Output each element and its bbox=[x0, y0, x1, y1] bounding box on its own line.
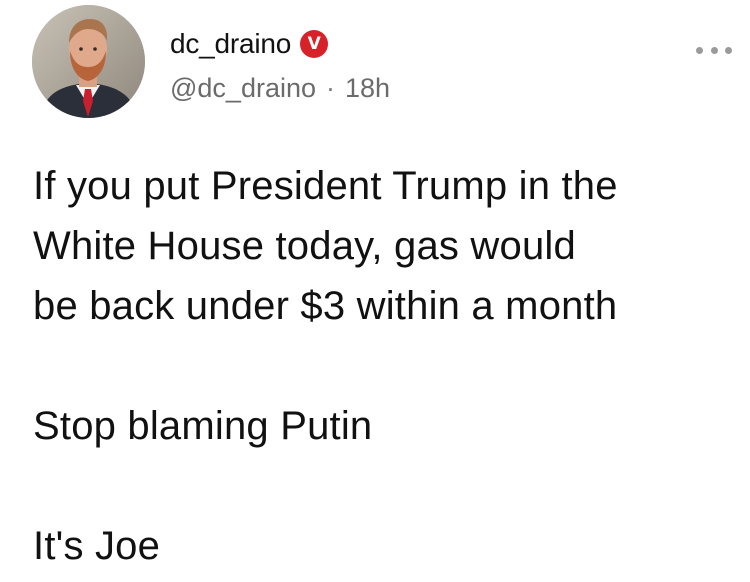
meta-separator: · bbox=[326, 72, 335, 103]
post-text-line: If you put President Trump in the bbox=[33, 164, 618, 208]
post-card: dc_draino V @dc_draino · 18h If you put … bbox=[0, 0, 750, 582]
more-dot bbox=[710, 46, 718, 54]
post-text-line: Stop blaming Putin bbox=[33, 404, 373, 448]
avatar-image bbox=[32, 5, 145, 118]
post-text: If you put President Trump in the White … bbox=[33, 156, 748, 576]
post-text-line: White House today, gas would bbox=[33, 224, 576, 268]
verified-badge-icon: V bbox=[300, 30, 329, 58]
post-text-blank-line bbox=[33, 336, 748, 396]
avatar[interactable] bbox=[32, 5, 145, 118]
more-dot bbox=[725, 46, 732, 54]
author-handle[interactable]: @dc_draino bbox=[170, 73, 316, 104]
more-options-icon[interactable] bbox=[696, 42, 732, 58]
more-dot bbox=[696, 46, 703, 54]
author-meta-row: @dc_draino · 18h bbox=[170, 68, 390, 108]
author-name-row: dc_draino V bbox=[170, 24, 329, 64]
post-text-blank-line bbox=[33, 456, 748, 516]
post-text-line: It's Joe bbox=[33, 524, 161, 568]
post-text-line: be back under $3 within a month bbox=[33, 284, 618, 328]
display-name[interactable]: dc_draino bbox=[170, 28, 291, 60]
post-timestamp[interactable]: 18h bbox=[345, 73, 390, 104]
